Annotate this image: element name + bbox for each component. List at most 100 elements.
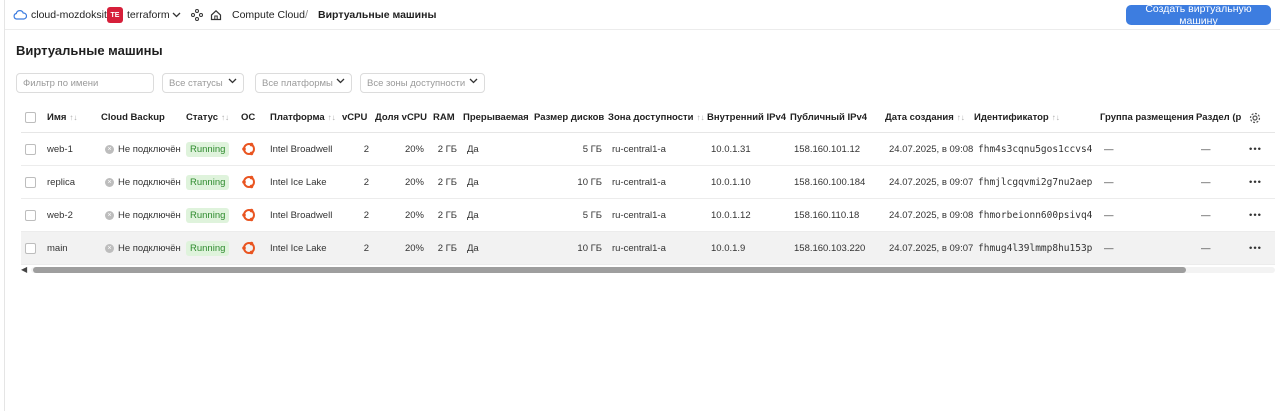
breadcrumb-current: Виртуальные машины (318, 9, 437, 21)
placement-cell: — (1104, 143, 1114, 155)
zone-cell: ru-central1-a (612, 209, 666, 221)
status-badge: Running (186, 199, 230, 231)
vm-name-link[interactable]: web-1 (47, 133, 73, 165)
cloud-name[interactable]: cloud-mozdoksity (31, 0, 112, 30)
breadcrumb-compute-cloud[interactable]: Compute Cloud (232, 0, 305, 30)
create-vm-button[interactable]: Создать виртуальную машину (1126, 3, 1271, 27)
more-dots-icon[interactable]: ••• (1249, 232, 1262, 264)
partition-cell: — (1201, 242, 1211, 254)
sort-icon: ↑↓ (221, 113, 230, 122)
chevron-down-icon[interactable] (172, 0, 181, 30)
row-checkbox[interactable] (25, 232, 36, 264)
table-row[interactable]: main × Не подключён Running Intel Ice Lake 2 2… (21, 232, 1275, 265)
table-row[interactable]: web-2 × Не подключён Running Intel Broadwell… (21, 199, 1275, 232)
app-frame: cloud-mozdoksity TE terraform Compute Cl… (4, 0, 1280, 411)
col-created[interactable]: Дата создания ↑↓ (885, 103, 965, 132)
vm-id-cell: fhmug4l39lmmp8hu153p (978, 242, 1093, 254)
ipv4-public-cell: 158.160.103.220 (794, 242, 866, 254)
disk-cell: 10 ГБ (577, 242, 602, 254)
services-icon[interactable] (191, 0, 203, 30)
table-row[interactable]: web-1 × Не подключён Running Intel Broadwell… (21, 133, 1275, 166)
col-platform[interactable]: Платформа ↑↓ (270, 103, 336, 132)
more-dots-icon[interactable]: ••• (1249, 199, 1262, 231)
vm-id-cell: fhmorbeionn600psivq4 (978, 209, 1093, 221)
ram-cell: 2 ГБ (437, 209, 457, 221)
vm-name-link[interactable]: web-2 (47, 199, 73, 231)
col-placement: Группа размещения (1100, 112, 1194, 123)
col-name[interactable]: Имя ↑↓ (47, 103, 77, 132)
ipv4-internal-cell: 10.0.1.12 (711, 209, 751, 221)
table-row[interactable]: replica × Не подключён Running Intel Ice Lak… (21, 166, 1275, 199)
placement-cell: — (1104, 209, 1114, 221)
col-partition: Раздел (р (1196, 112, 1242, 123)
zone-filter-value: Все зоны доступности (367, 77, 466, 89)
chevron-down-icon (336, 78, 345, 84)
col-id[interactable]: Идентификатор ↑↓ (974, 103, 1060, 132)
disk-cell: 5 ГБ (582, 143, 602, 155)
created-cell: 24.07.2025, в 09:07 (889, 176, 974, 188)
disk-cell: 10 ГБ (577, 176, 602, 188)
platform-filter-select[interactable]: Все платформы (255, 73, 352, 93)
home-icon[interactable] (210, 0, 222, 30)
row-checkbox[interactable] (25, 133, 36, 165)
horizontal-scrollbar[interactable]: ◀ (21, 265, 1275, 274)
ubuntu-icon (241, 133, 257, 165)
top-bar: cloud-mozdoksity TE terraform Compute Cl… (5, 0, 1280, 30)
folder-name[interactable]: terraform (127, 0, 170, 30)
vm-id-cell: fhm4s3cqnu5gos1ccvs4 (978, 143, 1093, 155)
ram-cell: 2 ГБ (437, 242, 457, 254)
chevron-down-icon (228, 78, 237, 84)
zone-filter-select[interactable]: Все зоны доступности (360, 73, 485, 93)
backup-label: Не подключён (118, 176, 181, 188)
vcpu-share-cell: 20% (404, 242, 424, 254)
col-status[interactable]: Статус ↑↓ (186, 103, 229, 132)
zone-cell: ru-central1-a (612, 176, 666, 188)
more-dots-icon[interactable]: ••• (1249, 166, 1262, 198)
partition-cell: — (1201, 143, 1211, 155)
row-checkbox[interactable] (25, 199, 36, 231)
ipv4-internal-cell: 10.0.1.9 (711, 242, 746, 254)
ram-cell: 2 ГБ (437, 176, 457, 188)
scrollbar-thumb[interactable] (33, 267, 1186, 273)
ipv4-public-cell: 158.160.101.12 (794, 143, 861, 155)
cloud-icon[interactable] (13, 0, 27, 30)
sort-icon: ↑↓ (1051, 113, 1060, 122)
vm-name-link[interactable]: replica (47, 166, 75, 198)
col-vcpu: vCPU (342, 112, 368, 123)
col-disk: Размер дисков (534, 112, 605, 123)
status-badge: Running (186, 133, 230, 165)
col-zone[interactable]: Зона доступности ↑↓ (608, 103, 705, 132)
status-label: Running (186, 207, 230, 223)
vcpu-share-cell: 20% (404, 209, 424, 221)
row-checkbox[interactable] (25, 166, 36, 198)
created-cell: 24.07.2025, в 09:08 (889, 143, 974, 155)
preemptible-cell: Да (467, 209, 479, 221)
backup-status: × Не подключён (105, 199, 181, 231)
col-os: ОС (241, 112, 256, 123)
select-all-checkbox[interactable] (25, 103, 36, 132)
col-id-label: Идентификатор (974, 112, 1049, 123)
col-name-label: Имя (47, 112, 67, 123)
col-zone-label: Зона доступности (608, 112, 694, 123)
backup-label: Не подключён (118, 143, 181, 155)
vcpu-cell: 2 (363, 176, 369, 188)
name-filter-input[interactable]: Фильтр по имени (16, 73, 154, 93)
zone-cell: ru-central1-a (612, 242, 666, 254)
preemptible-cell: Да (467, 242, 479, 254)
status-label: Running (186, 240, 230, 256)
status-badge: Running (186, 166, 230, 198)
vm-name-link[interactable]: main (47, 232, 68, 264)
status-filter-value: Все статусы (169, 77, 223, 89)
status-label: Running (186, 174, 230, 190)
sort-icon: ↑↓ (327, 113, 336, 122)
col-created-label: Дата создания (885, 112, 954, 123)
gear-icon[interactable] (1249, 103, 1261, 132)
more-dots-icon[interactable]: ••• (1249, 133, 1262, 165)
backup-status: × Не подключён (105, 133, 181, 165)
status-filter-select[interactable]: Все статусы (162, 73, 244, 93)
scroll-left-arrow-icon[interactable]: ◀ (21, 265, 27, 274)
placement-cell: — (1104, 176, 1114, 188)
col-status-label: Статус (186, 112, 219, 123)
col-preemptible: Прерываемая (463, 112, 529, 123)
col-ram: RAM (433, 112, 455, 123)
